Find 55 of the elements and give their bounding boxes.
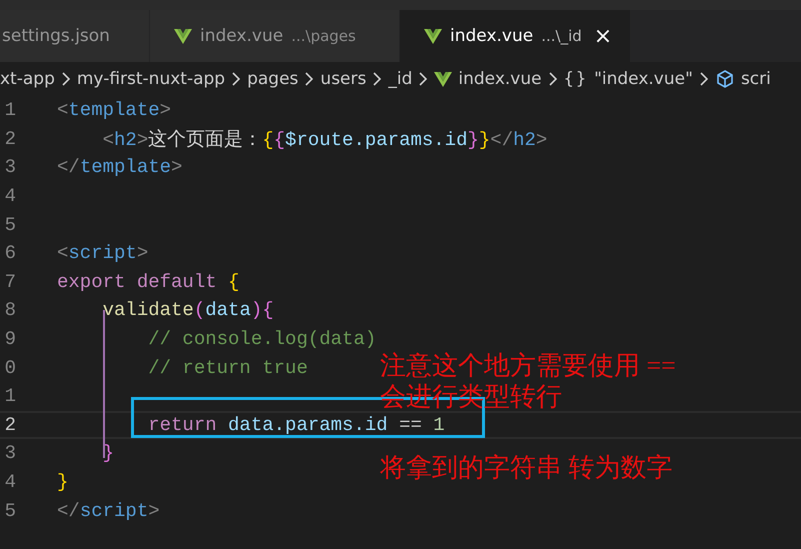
line-number: 8 <box>4 299 16 322</box>
breadcrumb-item[interactable]: "index.vue" <box>594 69 693 89</box>
code-line: </template> <box>57 156 182 178</box>
breadcrumb-item[interactable]: xt-app <box>0 69 55 89</box>
line-number: 3 <box>4 442 16 464</box>
breadcrumb-item[interactable]: my-first-nuxt-app <box>76 69 226 89</box>
close-icon[interactable]: × <box>594 24 612 48</box>
code-line: } <box>102 442 114 464</box>
code-line: </script> <box>57 500 160 522</box>
chevron-icon <box>418 72 428 86</box>
editor-tab[interactable]: index.vue ...\_id × <box>400 10 632 62</box>
braces-icon: {} <box>564 69 588 89</box>
tab-path: ...\_id <box>541 27 582 45</box>
line-number: 9 <box>4 328 16 350</box>
line-number: 2 <box>4 128 16 150</box>
code-line: } <box>57 471 68 494</box>
code-line: <template> <box>57 99 172 122</box>
line-number: 5 <box>4 500 16 522</box>
tab-path: ...\pages <box>291 27 356 45</box>
editor-tab[interactable]: index.vue ...\pages <box>150 10 400 62</box>
chevron-icon <box>372 72 382 86</box>
line-number: 4 <box>4 471 16 494</box>
annotation-text: 注意这个地方需要使用 == <box>380 350 676 382</box>
breadcrumb-item[interactable]: pages <box>247 69 298 89</box>
line-number: 2 <box>4 414 16 436</box>
line-number: 5 <box>4 214 16 236</box>
code-line: export default { <box>57 270 240 293</box>
annotation-text: 将拿到的字符串 转为数字 <box>380 452 672 484</box>
chevron-icon <box>304 72 314 86</box>
vue-icon <box>434 72 452 86</box>
code-line: <h2>这个页面是：{{$route.params.id}}</h2> <box>102 128 548 152</box>
code-line: // return true <box>147 356 308 379</box>
chevron-icon <box>60 72 71 86</box>
line-number: 0 <box>4 356 16 379</box>
vue-icon <box>424 28 442 44</box>
breadcrumb-item[interactable]: index.vue <box>458 69 542 89</box>
chevron-icon <box>231 72 242 86</box>
code-line: return data.params.id == 1 <box>147 414 445 436</box>
line-number: 1 <box>4 385 16 408</box>
line-number: 7 <box>4 270 16 293</box>
breadcrumb-item[interactable]: users <box>320 69 366 89</box>
code-line: validate(data){ <box>102 299 274 322</box>
chevron-icon <box>548 72 558 86</box>
line-number: 3 <box>4 156 16 178</box>
chevron-icon <box>698 72 709 86</box>
line-number: 4 <box>4 185 16 208</box>
vue-icon <box>174 28 192 44</box>
breadcrumb-item[interactable]: scri <box>740 69 771 89</box>
editor-tab[interactable]: settings.json <box>0 10 150 62</box>
line-number: 6 <box>4 242 16 264</box>
breadcrumb-item[interactable]: _id <box>388 69 412 89</box>
cube-icon <box>714 69 735 89</box>
code-line: // console.log(data) <box>147 328 376 350</box>
code-line: <script> <box>57 242 148 264</box>
line-number: 1 <box>4 99 16 122</box>
